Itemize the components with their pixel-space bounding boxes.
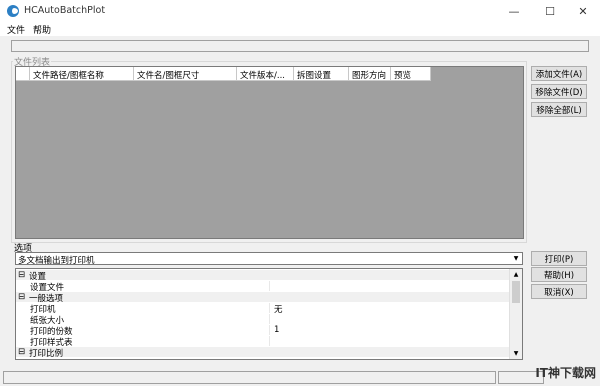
property-divider — [269, 336, 270, 346]
column-header-orientation[interactable]: 图形方向 — [349, 67, 391, 81]
property-row-settings-file[interactable]: 设置文件 — [16, 281, 510, 293]
column-header-checkbox[interactable] — [16, 67, 30, 81]
property-row-paper-size[interactable]: 纸张大小 — [16, 314, 510, 326]
property-row-plot-style[interactable]: 打印样式表 — [16, 336, 510, 348]
column-header-path[interactable]: 文件路径/图框名称 — [30, 67, 134, 81]
property-divider — [269, 325, 270, 335]
status-bar — [0, 368, 600, 386]
status-panel-main — [3, 371, 496, 384]
menu-help[interactable]: 帮助 — [33, 23, 51, 36]
column-header-version[interactable]: 文件版本/... — [237, 67, 294, 81]
menu-file[interactable]: 文件 — [7, 23, 25, 36]
title-bar: HCAutoBatchPlot — ☐ ✕ — [0, 0, 600, 22]
top-status-field — [11, 40, 589, 52]
remove-all-button[interactable]: 移除全部(L) — [531, 102, 587, 117]
property-grid-scrollbar[interactable]: ▲ ▼ — [509, 269, 522, 359]
column-header-filename[interactable]: 文件名/图框尺寸 — [134, 67, 237, 81]
print-button[interactable]: 打印(P) — [531, 251, 587, 266]
collapse-icon[interactable]: ⊟ — [18, 292, 25, 302]
close-button[interactable]: ✕ — [566, 0, 600, 22]
add-file-button[interactable]: 添加文件(A) — [531, 66, 587, 81]
menu-bar: 文件 帮助 — [0, 22, 600, 36]
property-row-printer[interactable]: 打印机 无 — [16, 303, 510, 315]
remove-file-button[interactable]: 移除文件(D) — [531, 84, 587, 99]
maximize-button[interactable]: ☐ — [533, 0, 567, 22]
property-category-settings[interactable]: ⊟ 设置 — [16, 270, 510, 282]
help-button[interactable]: 帮助(H) — [531, 267, 587, 282]
property-divider — [269, 303, 270, 313]
scrollbar-thumb[interactable] — [512, 281, 520, 303]
scroll-down-icon[interactable]: ▼ — [510, 348, 522, 359]
property-value[interactable]: 1 — [274, 325, 279, 335]
file-list-view[interactable]: 文件路径/图框名称 文件名/图框尺寸 文件版本/... 拆图设置 图形方向 预览 — [15, 66, 524, 239]
file-list-header: 文件路径/图框名称 文件名/图框尺寸 文件版本/... 拆图设置 图形方向 预览 — [16, 67, 431, 81]
minimize-button[interactable]: — — [497, 0, 531, 22]
property-grid[interactable]: ⊟ 设置 设置文件 ⊟ 一般选项 打印机 无 纸张大小 打印的份数 1 打印样式… — [15, 268, 523, 360]
property-divider — [269, 281, 270, 291]
collapse-icon[interactable]: ⊟ — [18, 270, 25, 280]
watermark-logo: IT神下载网 — [535, 366, 596, 380]
collapse-icon[interactable]: ⊟ — [18, 347, 25, 357]
app-logo-icon — [7, 5, 19, 17]
property-divider — [269, 314, 270, 324]
output-mode-value: 多文档输出到打印机 — [18, 256, 95, 266]
cancel-button[interactable]: 取消(X) — [531, 284, 587, 299]
output-mode-select[interactable]: 多文档输出到打印机 ▼ — [15, 252, 523, 266]
column-header-preview[interactable]: 预览 — [391, 67, 431, 81]
chevron-down-icon[interactable]: ▼ — [510, 253, 522, 264]
scroll-up-icon[interactable]: ▲ — [510, 269, 522, 280]
column-header-split[interactable]: 拆图设置 — [294, 67, 349, 81]
window-title: HCAutoBatchPlot — [24, 5, 106, 16]
property-category-general[interactable]: ⊟ 一般选项 — [16, 292, 510, 304]
property-row-copies[interactable]: 打印的份数 1 — [16, 325, 510, 337]
property-category-scale[interactable]: ⊟ 打印比例 — [16, 347, 510, 359]
property-category-label: 打印比例 — [29, 349, 64, 359]
